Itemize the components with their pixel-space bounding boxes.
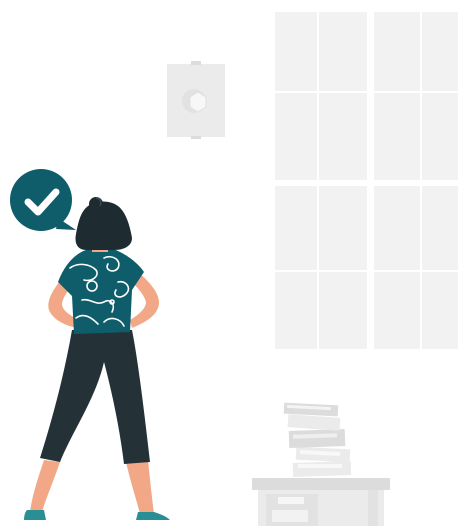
cabinet-drawer-handle — [278, 497, 304, 504]
paper-sheet — [287, 414, 341, 431]
window-pane — [374, 12, 458, 180]
right-shoe — [136, 512, 170, 520]
illustration-scene — [10, 12, 458, 526]
cabinet-drawer-handle — [272, 510, 308, 522]
wall-clock — [167, 61, 225, 139]
hair — [75, 201, 132, 250]
wall-clock-foot — [191, 136, 201, 139]
paper-sheet — [298, 464, 342, 468]
paper-sheet — [292, 460, 352, 478]
side-cabinet — [252, 478, 390, 526]
check-badge-tail — [56, 218, 76, 230]
cabinet-top — [252, 478, 390, 490]
right-leg — [126, 460, 154, 514]
cabinet-leg — [368, 490, 378, 526]
pants — [40, 330, 150, 464]
window-pane — [275, 12, 367, 180]
wall-clock-hanger — [191, 61, 201, 65]
window-pane — [374, 186, 458, 349]
paper-stack — [283, 402, 352, 478]
window — [275, 12, 458, 349]
window-pane — [275, 186, 367, 349]
check-badge — [10, 169, 76, 231]
woman-character — [24, 197, 170, 520]
hexagon-icon — [189, 91, 207, 113]
left-leg — [30, 460, 60, 512]
left-shoe — [24, 510, 46, 520]
